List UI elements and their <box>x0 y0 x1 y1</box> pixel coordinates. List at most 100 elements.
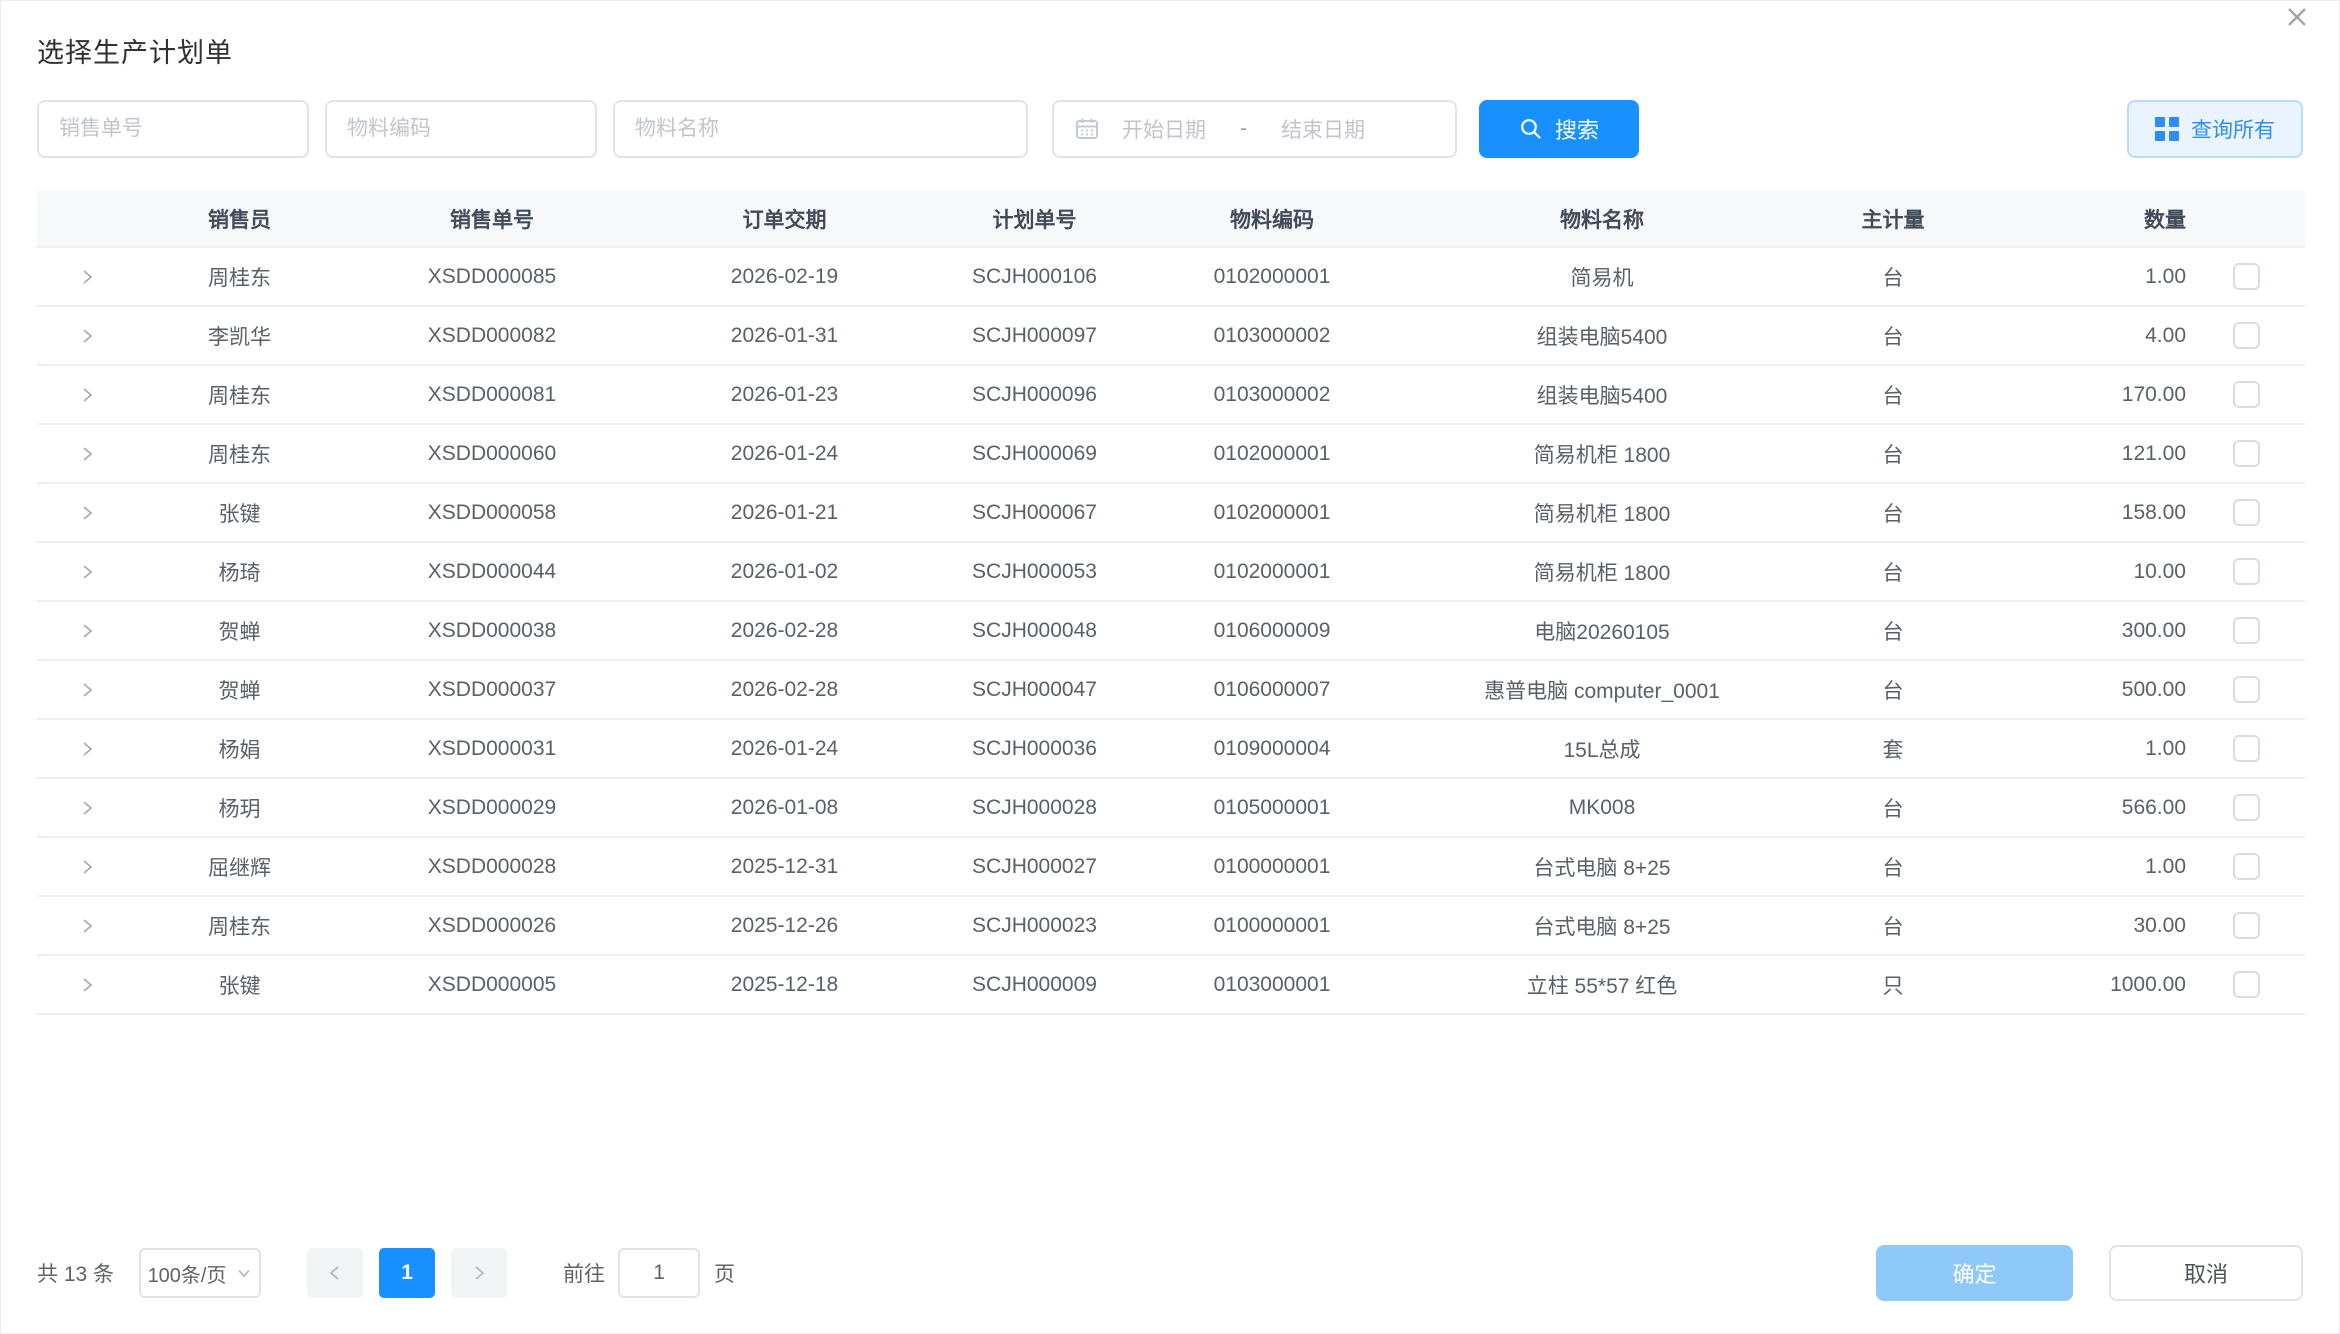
table-row[interactable]: 李凯华 XSDD000082 2026-01-31 SCJH000097 010… <box>37 306 2305 365</box>
table-row[interactable]: 周桂东 XSDD000081 2026-01-23 SCJH000096 010… <box>37 365 2305 424</box>
expand-row-button[interactable] <box>71 674 103 706</box>
plan-table: 销售员 销售单号 订单交期 计划单号 物料编码 物料名称 主计量 数量 <box>37 191 2303 1015</box>
chevron-right-icon <box>77 503 97 523</box>
cell-checkbox <box>2188 778 2305 837</box>
material-code-input[interactable] <box>325 100 597 158</box>
row-checkbox[interactable] <box>2233 735 2260 762</box>
row-checkbox[interactable] <box>2233 912 2260 939</box>
cell-salesperson: 张键 <box>137 955 342 1014</box>
table-row[interactable]: 张键 XSDD000058 2026-01-21 SCJH000067 0102… <box>37 483 2305 542</box>
row-checkbox[interactable] <box>2233 381 2260 408</box>
cell-material-code: 0100000001 <box>1142 896 1402 955</box>
cell-plan-no: SCJH000009 <box>927 955 1142 1014</box>
table-row[interactable]: 屈继辉 XSDD000028 2025-12-31 SCJH000027 010… <box>37 837 2305 896</box>
expand-row-button[interactable] <box>71 910 103 942</box>
table-row[interactable]: 周桂东 XSDD000085 2026-02-19 SCJH000106 010… <box>37 247 2305 306</box>
row-checkbox[interactable] <box>2233 322 2260 349</box>
table-row[interactable]: 周桂东 XSDD000026 2025-12-26 SCJH000023 010… <box>37 896 2305 955</box>
goto-page-input[interactable] <box>618 1248 700 1298</box>
expand-row-button[interactable] <box>71 497 103 529</box>
table-row[interactable]: 杨琦 XSDD000044 2026-01-02 SCJH000053 0102… <box>37 542 2305 601</box>
cell-expand <box>37 837 137 896</box>
cell-unit: 台 <box>1802 306 1984 365</box>
page-unit-label: 页 <box>714 1258 735 1288</box>
table-row[interactable]: 杨娟 XSDD000031 2026-01-24 SCJH000036 0109… <box>37 719 2305 778</box>
cell-delivery-date: 2026-02-28 <box>642 660 927 719</box>
chevron-right-icon <box>77 385 97 405</box>
row-checkbox[interactable] <box>2233 853 2260 880</box>
header-checkbox <box>2188 191 2305 247</box>
search-button[interactable]: 搜索 <box>1479 100 1639 158</box>
cell-material-code: 0103000001 <box>1142 955 1402 1014</box>
cell-delivery-date: 2025-12-26 <box>642 896 927 955</box>
cell-unit: 台 <box>1802 778 1984 837</box>
row-checkbox[interactable] <box>2233 263 2260 290</box>
next-page-button[interactable] <box>451 1248 507 1298</box>
cell-material-name: 简易机柜 1800 <box>1402 483 1802 542</box>
date-range-picker[interactable]: 开始日期 - 结束日期 <box>1052 100 1457 158</box>
cell-salesperson: 周桂东 <box>137 896 342 955</box>
cell-delivery-date: 2026-01-31 <box>642 306 927 365</box>
expand-row-button[interactable] <box>71 792 103 824</box>
row-checkbox[interactable] <box>2233 676 2260 703</box>
current-page-button[interactable]: 1 <box>379 1248 435 1298</box>
cell-quantity: 1.00 <box>1984 837 2188 896</box>
footer-actions: 确定 取消 <box>1876 1245 2303 1301</box>
expand-row-button[interactable] <box>71 379 103 411</box>
sales-order-input[interactable] <box>37 100 309 158</box>
goto-label: 前往 <box>563 1258 605 1288</box>
cell-quantity: 566.00 <box>1984 778 2188 837</box>
expand-row-button[interactable] <box>71 261 103 293</box>
page-size-value: 100条/页 <box>148 1259 227 1288</box>
cell-plan-no: SCJH000047 <box>927 660 1142 719</box>
search-button-label: 搜索 <box>1555 113 1599 145</box>
cell-expand <box>37 483 137 542</box>
expand-row-button[interactable] <box>71 615 103 647</box>
cell-checkbox <box>2188 424 2305 483</box>
table-row[interactable]: 杨玥 XSDD000029 2026-01-08 SCJH000028 0105… <box>37 778 2305 837</box>
cell-sales-order-no: XSDD000031 <box>342 719 642 778</box>
cell-plan-no: SCJH000027 <box>927 837 1142 896</box>
expand-row-button[interactable] <box>71 851 103 883</box>
expand-row-button[interactable] <box>71 733 103 765</box>
cell-salesperson: 周桂东 <box>137 365 342 424</box>
cell-quantity: 500.00 <box>1984 660 2188 719</box>
row-checkbox[interactable] <box>2233 558 2260 585</box>
table-row[interactable]: 周桂东 XSDD000060 2026-01-24 SCJH000069 010… <box>37 424 2305 483</box>
expand-row-button[interactable] <box>71 969 103 1001</box>
close-button[interactable] <box>2273 0 2321 41</box>
prev-page-button[interactable] <box>307 1248 363 1298</box>
cancel-button[interactable]: 取消 <box>2109 1245 2303 1301</box>
cell-unit: 台 <box>1802 837 1984 896</box>
pager: 1 <box>307 1248 507 1298</box>
cell-expand <box>37 424 137 483</box>
header-unit: 主计量 <box>1802 191 1984 247</box>
cell-material-code: 0106000007 <box>1142 660 1402 719</box>
cell-unit: 台 <box>1802 601 1984 660</box>
cell-sales-order-no: XSDD000085 <box>342 247 642 306</box>
expand-row-button[interactable] <box>71 438 103 470</box>
table-row[interactable]: 张键 XSDD000005 2025-12-18 SCJH000009 0103… <box>37 955 2305 1014</box>
page-size-select[interactable]: 100条/页 <box>139 1248 261 1298</box>
expand-row-button[interactable] <box>71 556 103 588</box>
cell-material-code: 0102000001 <box>1142 247 1402 306</box>
confirm-button[interactable]: 确定 <box>1876 1245 2073 1301</box>
cell-material-name: 立柱 55*57 红色 <box>1402 955 1802 1014</box>
cell-checkbox <box>2188 837 2305 896</box>
cell-quantity: 1000.00 <box>1984 955 2188 1014</box>
total-count-label: 共 13 条 <box>37 1258 114 1288</box>
cell-material-code: 0102000001 <box>1142 424 1402 483</box>
start-date-placeholder: 开始日期 <box>1122 114 1206 144</box>
expand-row-button[interactable] <box>71 320 103 352</box>
query-all-button[interactable]: 查询所有 <box>2127 100 2303 158</box>
table-row[interactable]: 贺蝉 XSDD000037 2026-02-28 SCJH000047 0106… <box>37 660 2305 719</box>
row-checkbox[interactable] <box>2233 971 2260 998</box>
row-checkbox[interactable] <box>2233 617 2260 644</box>
row-checkbox[interactable] <box>2233 499 2260 526</box>
material-name-input[interactable] <box>613 100 1028 158</box>
row-checkbox[interactable] <box>2233 794 2260 821</box>
cell-delivery-date: 2026-01-02 <box>642 542 927 601</box>
row-checkbox[interactable] <box>2233 440 2260 467</box>
table-row[interactable]: 贺蝉 XSDD000038 2026-02-28 SCJH000048 0106… <box>37 601 2305 660</box>
cell-material-name: 简易机柜 1800 <box>1402 542 1802 601</box>
